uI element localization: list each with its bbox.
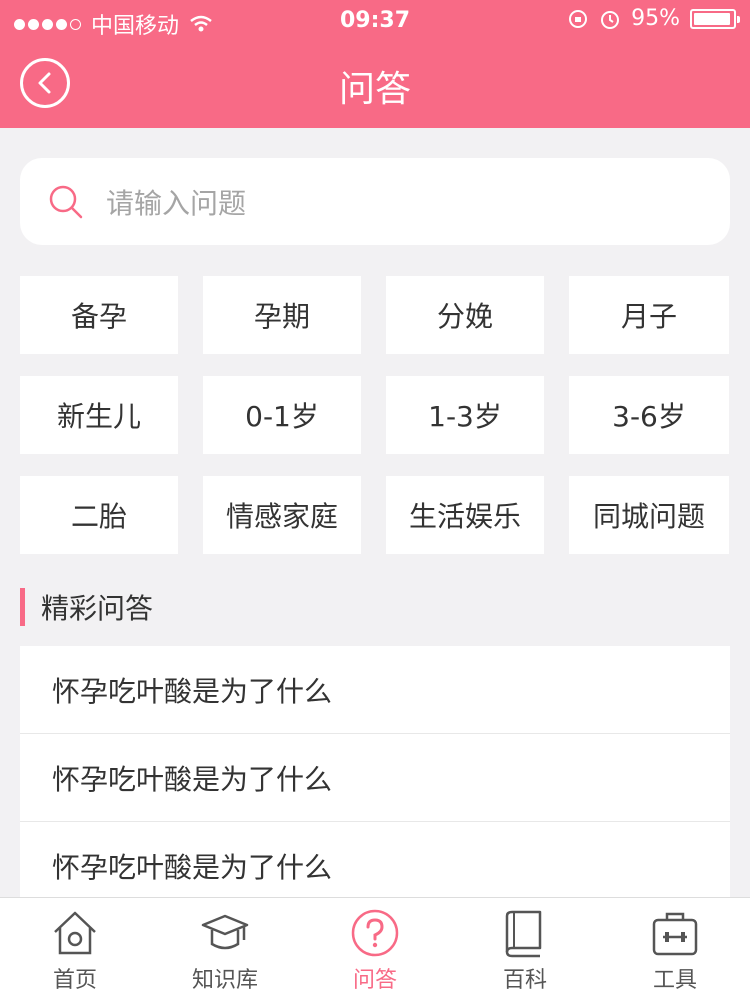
section-title: 精彩问答 <box>41 592 154 625</box>
section-accent-bar <box>20 588 25 626</box>
tab-label: 问答 <box>352 968 397 993</box>
status-right: 95% <box>567 6 740 31</box>
question-circle-icon <box>351 909 399 957</box>
tab-knowledge[interactable]: 知识库 <box>150 898 300 1000</box>
tab-label: 工具 <box>652 968 697 993</box>
category-button[interactable]: 同城问题 <box>569 476 729 554</box>
tab-label: 首页 <box>52 968 97 993</box>
toolbox-icon <box>652 912 698 956</box>
category-button[interactable]: 1-3岁 <box>386 376 544 454</box>
tab-bar: 首页 知识库 问答 百科 工具 <box>0 897 750 1000</box>
category-button[interactable]: 月子 <box>569 276 729 354</box>
category-button[interactable]: 孕期 <box>203 276 361 354</box>
header: 中国移动 09:37 95% 问答 <box>0 0 750 128</box>
category-button[interactable]: 备孕 <box>20 276 178 354</box>
tab-label: 百科 <box>502 968 547 993</box>
battery-icon <box>690 8 740 29</box>
home-icon <box>54 911 96 955</box>
tab-home[interactable]: 首页 <box>0 898 150 1000</box>
tab-tools[interactable]: 工具 <box>600 898 750 1000</box>
search-input[interactable]: 请输入问题 <box>20 158 730 245</box>
battery-percent: 95% <box>631 6 680 31</box>
tab-encyclopedia[interactable]: 百科 <box>450 898 600 1000</box>
search-placeholder: 请输入问题 <box>106 186 247 220</box>
search-icon <box>49 185 83 218</box>
category-button[interactable]: 新生儿 <box>20 376 178 454</box>
category-button[interactable]: 生活娱乐 <box>386 476 544 554</box>
category-button[interactable]: 二胎 <box>20 476 178 554</box>
qa-list: 怀孕吃叶酸是为了什么 怀孕吃叶酸是为了什么 怀孕吃叶酸是为了什么 <box>20 646 730 910</box>
section-header: 精彩问答 <box>20 588 153 626</box>
battery-fill <box>694 12 731 25</box>
rotation-lock-icon <box>569 9 588 28</box>
status-bar: 中国移动 09:37 95% <box>0 0 750 40</box>
alarm-icon <box>601 10 620 29</box>
category-button[interactable]: 3-6岁 <box>569 376 729 454</box>
category-button[interactable]: 情感家庭 <box>203 476 361 554</box>
category-button[interactable]: 分娩 <box>386 276 544 354</box>
page-title: 问答 <box>338 69 411 110</box>
list-item[interactable]: 怀孕吃叶酸是为了什么 <box>20 646 730 734</box>
list-item[interactable]: 怀孕吃叶酸是为了什么 <box>20 734 730 822</box>
graduation-cap-icon <box>201 914 249 950</box>
book-icon <box>505 910 542 958</box>
category-grid: 备孕 孕期 分娩 月子 新生儿 0-1岁 1-3岁 3-6岁 二胎 情感家庭 生… <box>20 276 730 554</box>
tab-qa[interactable]: 问答 <box>300 898 450 1000</box>
tab-label: 知识库 <box>191 968 258 993</box>
category-button[interactable]: 0-1岁 <box>203 376 361 454</box>
